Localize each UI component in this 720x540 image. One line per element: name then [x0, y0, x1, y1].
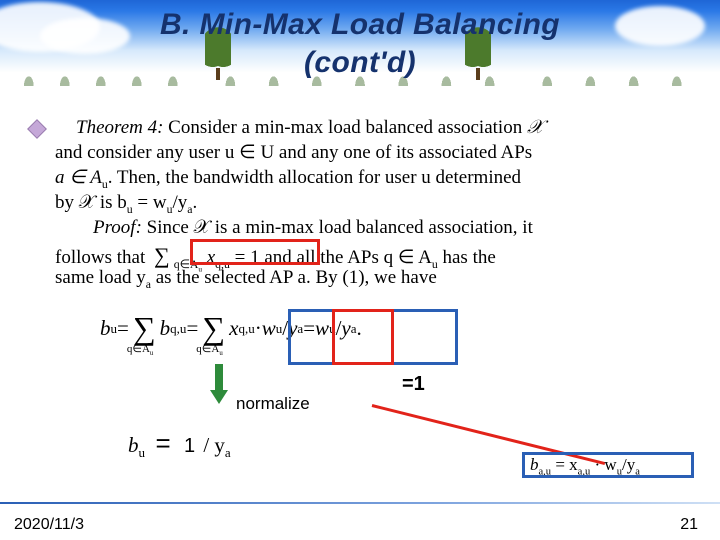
theorem-label: Theorem 4: [76, 117, 163, 138]
text: a ∈ A [55, 167, 102, 188]
eq: = [117, 316, 129, 341]
var: w [262, 316, 276, 341]
var: b [128, 433, 139, 457]
sub: u [219, 350, 222, 357]
eq: = [186, 316, 198, 341]
highlight-blue-box [522, 452, 694, 478]
title-line-2: (cont'd) [304, 46, 416, 79]
equals-one-label: =1 [402, 373, 425, 396]
text: same load y [55, 267, 146, 288]
proof-line-1: Proof: Since 𝒳 is a min-max load balance… [93, 215, 713, 240]
text: = w [133, 192, 167, 213]
sub: u [139, 445, 146, 460]
highlight-red-box [332, 309, 394, 365]
var: b [160, 316, 171, 341]
sub: a [225, 445, 231, 460]
sigma-icon: ∑ [133, 310, 156, 346]
proof-line-3: same load ya as the selected AP a. By (1… [55, 265, 685, 297]
proof-label: Proof: [93, 217, 142, 238]
sub: u [150, 350, 153, 357]
sub: q∈A [127, 343, 150, 355]
footer-date: 2020/11/3 [14, 516, 84, 534]
text: /y [172, 192, 187, 213]
highlight-red-box [190, 239, 320, 265]
equation-simplified: bu = 1 / ya [128, 428, 231, 461]
text: by 𝒳 is b [55, 192, 127, 213]
one: 1 [184, 435, 195, 457]
text: Consider a min-max load balanced associa… [168, 117, 527, 138]
theorem-line-2: and consider any user u ∈ U and any one … [55, 140, 685, 165]
text: as the selected AP a. By (1), we have [151, 267, 437, 288]
var: x [229, 316, 238, 341]
footer-page: 21 [680, 516, 698, 534]
text: and consider any user u ∈ U and any one … [55, 142, 532, 163]
set-X: 𝒳 [527, 117, 543, 138]
sub: q,u [170, 321, 186, 337]
normalize-label: normalize [236, 394, 310, 414]
text: / y [203, 433, 225, 457]
theorem-line-1: Theorem 4: Consider a min-max load balan… [76, 115, 676, 140]
arrow-down-icon [210, 364, 228, 406]
slide-title: B. Min-Max Load Balancing (cont'd) [0, 6, 720, 82]
sub: q∈A [196, 343, 219, 355]
text: Since 𝒳 is a min-max load balanced assoc… [147, 217, 533, 238]
equals: = [156, 428, 171, 458]
dot: · [255, 316, 262, 341]
slide: B. Min-Max Load Balancing (cont'd) Theor… [0, 0, 720, 540]
text: . Then, the bandwidth allocation for use… [108, 167, 521, 188]
bullet-icon [27, 119, 47, 139]
sub: q,u [238, 321, 254, 337]
title-line-1: B. Min-Max Load Balancing [160, 8, 560, 41]
var: b [100, 316, 111, 341]
sigma-icon: ∑ [202, 310, 225, 346]
footer-rule [0, 502, 720, 504]
text: . [193, 192, 198, 213]
